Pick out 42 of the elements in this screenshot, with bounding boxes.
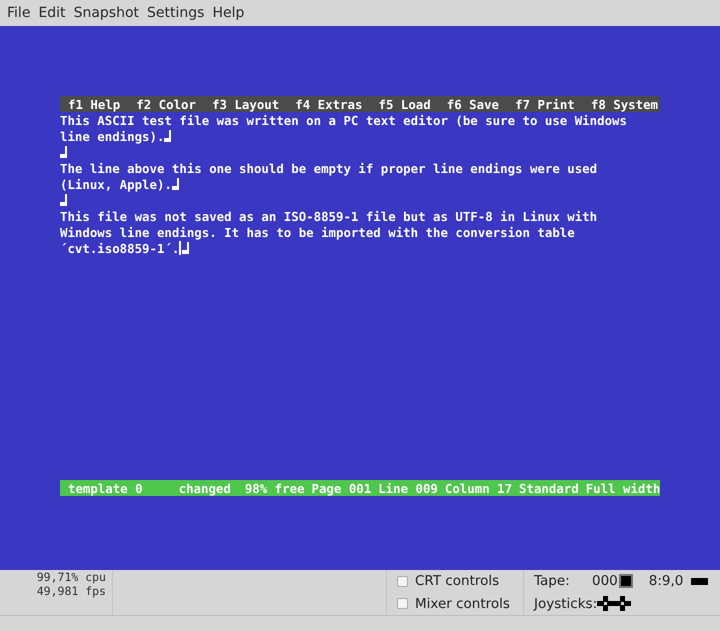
function-key-label: f3 Layout — [212, 96, 280, 112]
drive-track: 8:9,0 — [648, 573, 684, 590]
checkbox-option[interactable]: Mixer controls — [397, 596, 523, 612]
text-line: Windows line endings. It has to be imported with the conversion table — [60, 224, 575, 240]
function-key-label: f7 Print — [515, 96, 575, 112]
status-text: Full width — [586, 480, 660, 496]
text-line: ´cvt.iso8859-1´. — [60, 240, 180, 256]
menu-item[interactable]: Edit — [34, 5, 70, 21]
joystick-icon — [614, 596, 632, 612]
joysticks-label: Joysticks: — [534, 596, 598, 612]
status-text: changed — [178, 480, 231, 496]
text-line: This file was not saved as an ISO-8859-1 file but as UTF-8 in Linux with — [60, 208, 598, 224]
menu-item[interactable]: Help — [208, 5, 248, 21]
status-text: Standard — [519, 480, 579, 496]
checkbox-option[interactable]: CRT controls — [397, 573, 523, 590]
text-line: (Linux, Apple). — [60, 176, 172, 192]
function-key-label: f6 Save — [446, 96, 500, 112]
function-key-label: f5 Load — [378, 96, 431, 112]
text-line: This ASCII test file was written on a PC text editor (be sure to use Windows — [60, 112, 627, 128]
status-text: Page 001 — [312, 480, 372, 496]
text-line: line endings). — [60, 128, 164, 144]
function-key-label: f1 Help — [68, 96, 120, 112]
drive-led-icon — [691, 578, 708, 585]
menu-item[interactable]: File — [3, 5, 34, 21]
status-text: 98% free — [244, 480, 305, 496]
checkbox[interactable] — [397, 598, 408, 610]
tape-counter: 000 — [592, 573, 618, 590]
function-key-label: f2 Color — [136, 96, 196, 112]
text-line: The line above this one should be empty if proper line endings were used — [60, 160, 598, 176]
cpu-usage: 99,71% cpu — [36, 570, 106, 584]
function-key-label: f8 System — [590, 96, 658, 112]
status-text: Line 009 — [378, 480, 438, 496]
menu-item[interactable]: Snapshot — [70, 5, 144, 21]
checkbox[interactable] — [397, 576, 408, 587]
status-text: Column 17 — [444, 480, 512, 496]
fps-reading: 49,981 fps — [36, 584, 106, 598]
status-text: template 0 — [68, 480, 143, 496]
joystick-icon — [597, 596, 614, 612]
tape-label: Tape: — [534, 573, 571, 590]
tape-status-icon — [618, 574, 633, 588]
menu-item[interactable]: Settings — [143, 5, 208, 21]
function-key-label: f4 Extras — [295, 96, 362, 112]
